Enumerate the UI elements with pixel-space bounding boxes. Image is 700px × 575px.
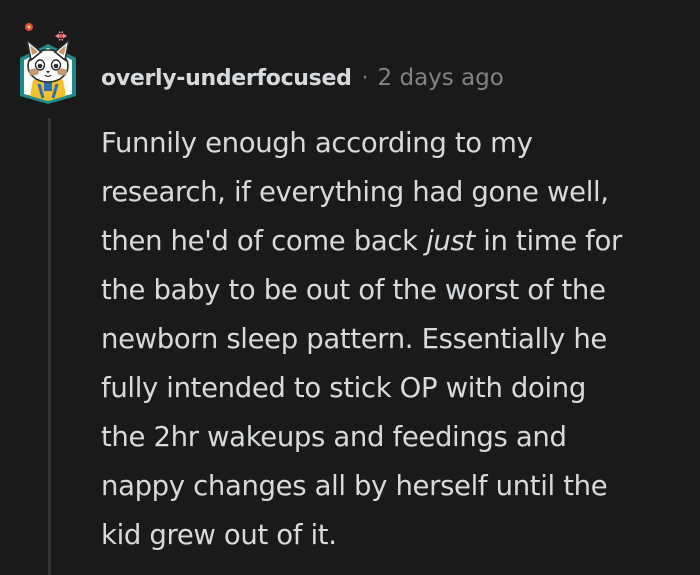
comment-body-line: fully intended to stick OP with doing (101, 372, 586, 404)
comment-timestamp[interactable]: 2 days ago (378, 65, 504, 91)
comment-body-line: nappy changes all by herself until the (101, 470, 608, 502)
comment-body-line: research, if everything had gone well, (101, 176, 609, 208)
comment-body: Funnily enough according to my research,… (101, 119, 693, 560)
comment-body-line: newborn sleep pattern. Essentially he (101, 323, 607, 355)
meta-separator: · (361, 65, 369, 91)
comment-body-line: the 2hr wakeups and feedings and (101, 421, 567, 453)
comment-meta: overly-underfocused · 2 days ago (101, 60, 504, 96)
comment-author[interactable]: overly-underfocused (101, 66, 352, 91)
comment-body-line: then he'd of come back just in time for (101, 217, 693, 266)
comment-body-line: the baby to be out of the worst of the (101, 274, 606, 306)
comment-body-line: Funnily enough according to my (101, 127, 533, 159)
comment-body-text: then he'd of come back (101, 225, 427, 257)
cat-avatar-icon[interactable] (17, 22, 79, 104)
comment-body-line: kid grew out of it. (101, 519, 337, 551)
comment-body-emphasis: just (426, 225, 475, 257)
comment: overly-underfocused · 2 days ago Funnily… (0, 0, 700, 575)
thread-collapse-line[interactable] (48, 118, 51, 575)
comment-body-text: in time for (474, 225, 622, 257)
